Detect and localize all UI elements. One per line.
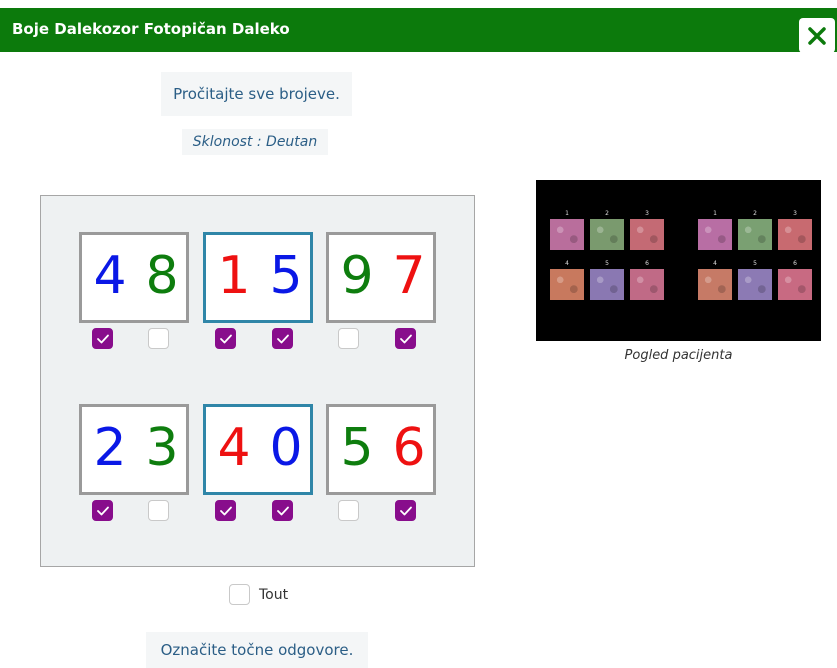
preview-thumbnail-number: 2	[605, 210, 609, 217]
digit-checkbox[interactable]	[272, 500, 293, 521]
preview-thumbnail	[738, 269, 772, 300]
checkmark-icon	[277, 506, 289, 516]
checkmark-icon	[400, 506, 412, 516]
digit-checkbox[interactable]	[92, 500, 113, 521]
digit-checkbox[interactable]	[338, 328, 359, 349]
checkmark-icon	[220, 334, 232, 344]
digit-checkbox[interactable]	[272, 328, 293, 349]
preview-thumbnail	[630, 219, 664, 250]
preview-thumbnail	[698, 269, 732, 300]
checkmark-icon	[97, 506, 109, 516]
digit-checkbox[interactable]	[395, 500, 416, 521]
plates-panel: 481597234056	[40, 195, 475, 567]
number-card[interactable]: 40	[203, 404, 313, 495]
digit-checkbox[interactable]	[395, 328, 416, 349]
preview-thumbnail	[550, 219, 584, 250]
number-card[interactable]: 23	[79, 404, 189, 495]
preview-thumbnail-number: 1	[565, 210, 569, 217]
preview-thumbnail	[630, 269, 664, 300]
preview-thumbnail	[550, 269, 584, 300]
preview-thumbnail-number: 4	[565, 260, 569, 267]
digit-checkbox[interactable]	[148, 328, 169, 349]
tout-label: Tout	[259, 587, 289, 603]
tendency-label: Sklonost : Deutan	[182, 129, 328, 155]
preview-thumbnail-number: 3	[645, 210, 649, 217]
checkmark-icon	[277, 334, 289, 344]
close-button[interactable]	[799, 18, 835, 53]
card-digit: 5	[340, 418, 374, 478]
patient-view-caption: Pogled pacijenta	[624, 348, 733, 363]
title-bar: Boje Dalekozor Fotopičan Daleko	[0, 8, 837, 53]
number-card[interactable]: 48	[79, 232, 189, 323]
preview-thumbnail-number: 1	[713, 210, 717, 217]
window-title: Boje Dalekozor Fotopičan Daleko	[12, 20, 290, 38]
card-digit: 3	[145, 418, 179, 478]
number-card[interactable]: 97	[326, 232, 436, 323]
digit-checkbox[interactable]	[148, 500, 169, 521]
tout-checkbox[interactable]	[229, 584, 250, 605]
card-digit: 9	[340, 246, 374, 306]
card-digit: 7	[392, 246, 426, 306]
digit-checkbox[interactable]	[338, 500, 359, 521]
card-digit: 1	[217, 246, 251, 306]
card-digit: 2	[93, 418, 127, 478]
preview-thumbnail	[698, 219, 732, 250]
preview-thumbnail-number: 6	[645, 260, 649, 267]
preview-thumbnail-number: 6	[793, 260, 797, 267]
preview-thumbnail	[778, 219, 812, 250]
preview-thumbnail	[778, 269, 812, 300]
card-digit: 4	[217, 418, 251, 478]
preview-thumbnail-number: 5	[605, 260, 609, 267]
preview-thumbnail-number: 5	[753, 260, 757, 267]
mark-correct-answers-text: Označite točne odgovore.	[146, 632, 368, 668]
preview-thumbnail	[590, 219, 624, 250]
preview-thumbnail-number: 2	[753, 210, 757, 217]
digit-checkbox[interactable]	[92, 328, 113, 349]
instruction-text: Pročitajte sve brojeve.	[161, 72, 352, 116]
checkmark-icon	[97, 334, 109, 344]
preview-thumbnail	[590, 269, 624, 300]
card-digit: 0	[269, 418, 303, 478]
number-card[interactable]: 56	[326, 404, 436, 495]
card-digit: 6	[392, 418, 426, 478]
preview-thumbnail-number: 3	[793, 210, 797, 217]
preview-thumbnail-number: 4	[713, 260, 717, 267]
close-icon	[808, 26, 826, 45]
checkmark-icon	[220, 506, 232, 516]
digit-checkbox[interactable]	[215, 328, 236, 349]
card-digit: 5	[269, 246, 303, 306]
card-digit: 4	[93, 246, 127, 306]
checkmark-icon	[400, 334, 412, 344]
patient-view-preview: 1 2 3 4 5 6 1 2 3 4 5 6	[536, 180, 821, 341]
card-digit: 8	[145, 246, 179, 306]
digit-checkbox[interactable]	[215, 500, 236, 521]
preview-thumbnail	[738, 219, 772, 250]
number-card[interactable]: 15	[203, 232, 313, 323]
